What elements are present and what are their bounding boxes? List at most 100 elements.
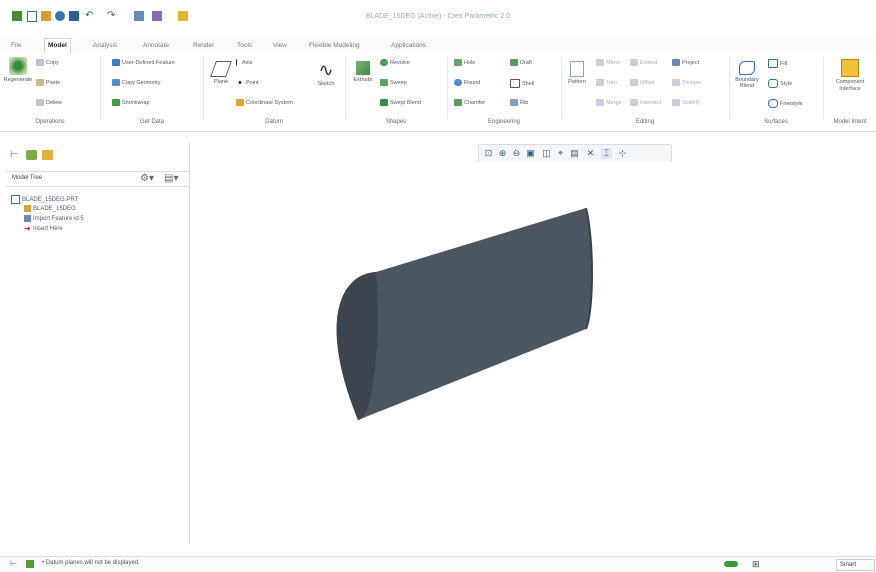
delete-label: Delete	[46, 100, 62, 106]
tab-flexible-modeling[interactable]: Flexible Modeling	[306, 40, 363, 52]
chamfer-button[interactable]: Chamfer	[454, 99, 485, 108]
point-button[interactable]: Point	[236, 79, 259, 88]
selection-filter-dropdown[interactable]: Smart	[836, 559, 875, 571]
datum-display-icon[interactable]: ✕	[585, 148, 596, 159]
blade-model[interactable]	[190, 162, 876, 554]
tab-tools[interactable]: Tools	[234, 40, 255, 52]
model-tree-tab-icon[interactable]: ⊢	[10, 150, 20, 160]
saved-orientations-icon[interactable]: ⌖	[555, 148, 566, 159]
group-label-datum[interactable]: Datum	[204, 119, 344, 129]
find-icon[interactable]: ⊞	[752, 559, 762, 569]
hole-button[interactable]: Hole	[454, 59, 475, 68]
graphics-window[interactable]	[190, 162, 876, 554]
offset-button[interactable]: Offset	[630, 79, 655, 88]
repaint-icon[interactable]: ▣	[525, 148, 536, 159]
freestyle-label: Freestyle	[780, 100, 803, 107]
tree-item-import-feature[interactable]: Import Feature id 5	[24, 215, 84, 224]
project-button[interactable]: Project	[672, 59, 699, 68]
view-manager-icon[interactable]: ▤	[569, 148, 580, 159]
regenerate-button[interactable]: Regenerate	[3, 57, 33, 83]
extrude-button[interactable]: Extrude	[350, 61, 376, 83]
copy-geometry-button[interactable]: Copy Geometry	[112, 79, 161, 88]
copy-icon	[36, 59, 44, 67]
extend-button[interactable]: Extend	[630, 59, 657, 68]
navigator-toggle-icon[interactable]: ⊢	[10, 560, 18, 568]
paste-label: Paste	[46, 80, 61, 86]
solidify-button[interactable]: Solidify	[672, 99, 700, 108]
delete-button[interactable]: Delete	[36, 99, 62, 108]
copy-button[interactable]: Copy	[36, 59, 59, 68]
intersect-button[interactable]: Intersect	[630, 99, 661, 108]
boundary-blend-button[interactable]: Boundary Blend	[732, 61, 762, 89]
merge-button[interactable]: Merge	[596, 99, 622, 108]
trim-button[interactable]: Trim	[596, 79, 617, 88]
window-title: BLADE_15DEG (Active) - Creo Parametric 2…	[365, 13, 511, 20]
shell-label: Shell	[522, 80, 535, 87]
swept-blend-icon	[380, 99, 388, 107]
tab-file[interactable]: File	[8, 40, 24, 52]
tab-render[interactable]: Render	[190, 40, 217, 52]
group-label-operations[interactable]: Operations	[0, 119, 100, 129]
tab-annotate[interactable]: Annotate	[140, 40, 172, 52]
regen-status-icon	[724, 561, 738, 567]
copy-label: Copy	[46, 60, 59, 66]
coordinate-system-button[interactable]: Coordinate System	[236, 99, 293, 108]
project-icon	[672, 59, 680, 67]
tree-item-csys[interactable]: BLADE_15DEG	[24, 205, 76, 214]
zoom-out-icon[interactable]: ⊖	[511, 148, 522, 159]
group-label-engineering[interactable]: Engineering	[448, 119, 560, 129]
swept-blend-button[interactable]: Swept Blend	[380, 99, 421, 108]
sketch-button[interactable]: ∿ Sketch	[313, 61, 339, 87]
boundary-blend-label: Boundary Blend	[735, 77, 759, 89]
axis-button[interactable]: Axis	[236, 59, 252, 68]
folder-browser-tab-icon[interactable]	[26, 150, 37, 160]
paste-button[interactable]: Paste	[36, 79, 60, 88]
shrinkwrap-button[interactable]: Shrinkwrap	[112, 99, 150, 108]
round-label: Round	[464, 80, 481, 86]
tab-model[interactable]: Model	[44, 38, 71, 53]
tree-item-label: Insert Here	[33, 226, 63, 233]
freestyle-button[interactable]: Freestyle	[768, 99, 803, 109]
group-label-shapes[interactable]: Shapes	[346, 119, 446, 129]
pattern-button[interactable]: Pattern	[564, 61, 590, 85]
group-label-surfaces[interactable]: Surfaces	[730, 119, 822, 129]
chamfer-icon	[454, 99, 462, 107]
tab-applications[interactable]: Applications	[388, 40, 429, 52]
tab-view[interactable]: View	[270, 40, 290, 52]
tree-item-label: BLADE_15DEG.PRT	[22, 197, 79, 204]
rib-label: Rib	[520, 100, 529, 106]
refit-icon[interactable]: ⊡	[483, 148, 494, 159]
show-dropdown-icon[interactable]: ▤▾	[164, 173, 178, 184]
revolve-label: Revolve	[390, 60, 410, 66]
tab-analysis[interactable]: Analysis	[90, 40, 120, 52]
fill-icon	[768, 59, 778, 68]
revolve-button[interactable]: Revolve	[380, 59, 410, 68]
extend-icon	[630, 59, 638, 67]
plane-label: Plane	[213, 79, 229, 85]
udf-button[interactable]: User-Defined Feature	[112, 59, 175, 68]
rib-button[interactable]: Rib	[510, 99, 528, 108]
favorites-tab-icon[interactable]	[42, 150, 53, 160]
thicken-button[interactable]: Thicken	[672, 79, 701, 88]
fill-button[interactable]: Fill	[768, 59, 787, 69]
shell-button[interactable]: Shell	[510, 79, 534, 89]
mirror-button[interactable]: Mirror	[596, 59, 620, 68]
round-button[interactable]: Round	[454, 79, 480, 88]
zoom-in-icon[interactable]: ⊕	[497, 148, 508, 159]
draft-button[interactable]: Draft	[510, 59, 532, 68]
display-style-icon[interactable]: ◫	[541, 148, 552, 159]
component-interface-button[interactable]: Component Interface	[828, 59, 872, 93]
spin-center-icon[interactable]: ⊹	[617, 148, 628, 159]
point-icon	[236, 79, 244, 87]
settings-dropdown-icon[interactable]: ⚙▾	[140, 173, 154, 184]
tree-item-insert-here[interactable]: ➜ Insert Here	[24, 225, 63, 234]
annotation-display-icon[interactable]: ⌶	[601, 148, 612, 159]
group-label-model-intent[interactable]: Model Intent	[824, 119, 876, 129]
sweep-button[interactable]: Sweep	[380, 79, 407, 88]
tree-item-part[interactable]: BLADE_15DEG.PRT	[11, 195, 78, 205]
style-button[interactable]: Style	[768, 79, 792, 89]
group-label-editing[interactable]: Editing	[562, 119, 728, 129]
group-label-get-data[interactable]: Get Data	[101, 119, 203, 129]
browser-toggle-icon[interactable]	[26, 560, 34, 568]
plane-button[interactable]: Plane	[208, 61, 234, 85]
